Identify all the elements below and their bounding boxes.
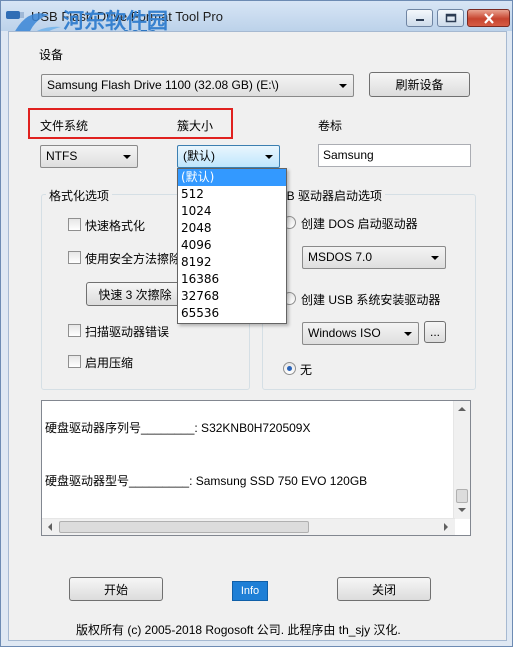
volume-label-label: 卷标 [318,119,343,133]
chevron-down-icon [404,332,412,336]
filesystem-label: 文件系统 [40,119,89,133]
chevron-down-icon [339,84,347,88]
cluster-option[interactable]: 65536 [178,305,286,322]
cluster-option[interactable]: (默认) [178,169,286,186]
arrow-up-icon [458,407,466,411]
none-radio[interactable] [283,362,296,375]
app-window: USB Flash Drive Format Tool Pro 河东软件园 ww… [0,0,513,647]
quick-format-label[interactable]: 快速格式化 [85,217,145,234]
filesystem-select[interactable]: NTFS [40,145,138,168]
quick-format-checkbox[interactable] [68,218,81,231]
dos-version-value: MSDOS 7.0 [308,250,373,264]
scroll-left-button[interactable] [42,519,58,535]
arrow-left-icon [48,523,52,531]
drive-info-textarea[interactable]: 硬盘驱动器序列号________: S32KNB0H720509X 硬盘驱动器型… [41,400,471,536]
vertical-scrollbar[interactable] [453,401,470,519]
dos-boot-label[interactable]: 创建 DOS 启动驱动器 [301,215,418,232]
cluster-size-select[interactable]: (默认) [177,145,280,168]
horizontal-scrollbar[interactable] [42,518,455,535]
cluster-option[interactable]: 16386 [178,271,286,288]
quick-erase-button[interactable]: 快速 3 次擦除 [86,282,184,306]
browse-iso-button[interactable]: ... [424,321,446,343]
scroll-down-button[interactable] [454,502,470,518]
cluster-option[interactable]: 2048 [178,220,286,237]
cluster-size-dropdown[interactable]: (默认) 512 1024 2048 4096 8192 16386 32768… [177,168,287,324]
arrow-down-icon [458,508,466,512]
info-button[interactable]: Info [232,581,268,601]
none-label[interactable]: 无 [300,361,312,378]
close-icon [483,12,494,24]
scroll-right-button[interactable] [438,519,454,535]
dos-version-select[interactable]: MSDOS 7.0 [302,246,446,269]
drive-serial-text: 硬盘驱动器序列号________: S32KNB0H720509X [45,421,311,435]
vertical-scroll-thumb[interactable] [456,489,468,503]
windows-source-select[interactable]: Windows ISO [302,322,419,345]
drive-model-text: 硬盘驱动器型号_________: Samsung SSD 750 EVO 12… [45,474,368,488]
cluster-option[interactable]: 8192 [178,254,286,271]
format-options-title: 格式化选项 [46,187,113,204]
cluster-option[interactable]: 512 [178,186,286,203]
arrow-right-icon [444,523,448,531]
secure-erase-checkbox[interactable] [68,251,81,264]
title-bar[interactable]: USB Flash Drive Format Tool Pro 河东软件园 ww… [1,1,512,44]
secure-erase-label[interactable]: 使用安全方法擦除 [85,250,181,267]
device-select[interactable]: Samsung Flash Drive 1100 (32.08 GB) (E:\… [41,74,354,97]
scan-errors-label[interactable]: 扫描驱动器错误 [85,323,169,340]
refresh-devices-button[interactable]: 刷新设备 [369,72,470,97]
start-button[interactable]: 开始 [69,577,163,601]
cluster-option[interactable]: 1024 [178,203,286,220]
cluster-size-label: 簇大小 [177,119,214,133]
horizontal-scroll-thumb[interactable] [59,521,309,533]
maximize-button[interactable] [437,9,464,27]
minimize-button[interactable] [406,9,433,27]
maximize-icon [445,13,456,23]
close-window-button[interactable] [467,9,510,27]
chevron-down-icon [265,155,273,159]
filesystem-select-value: NTFS [46,149,78,163]
close-button[interactable]: 关闭 [337,577,431,601]
windows-source-value: Windows ISO [308,326,381,340]
cluster-option[interactable]: 32768 [178,288,286,305]
cluster-option[interactable]: 4096 [178,237,286,254]
scroll-up-button[interactable] [454,401,470,417]
minimize-icon [415,19,424,21]
main-panel: 设备 Samsung Flash Drive 1100 (32.08 GB) (… [8,31,507,641]
compress-checkbox[interactable] [68,355,81,368]
compress-label[interactable]: 启用压缩 [85,354,133,371]
chevron-down-icon [123,155,131,159]
cluster-size-select-value: (默认) [183,149,215,163]
usb-install-label[interactable]: 创建 USB 系统安装驱动器 [301,291,440,308]
device-select-value: Samsung Flash Drive 1100 (32.08 GB) (E:\… [47,78,279,92]
chevron-down-icon [431,256,439,260]
device-label: 设备 [39,48,64,62]
volume-label-input[interactable]: Samsung [318,144,471,167]
footer-copyright: 版权所有 (c) 2005-2018 Rogosoft 公司. 此程序由 th_… [76,623,401,637]
scan-errors-checkbox[interactable] [68,324,81,337]
